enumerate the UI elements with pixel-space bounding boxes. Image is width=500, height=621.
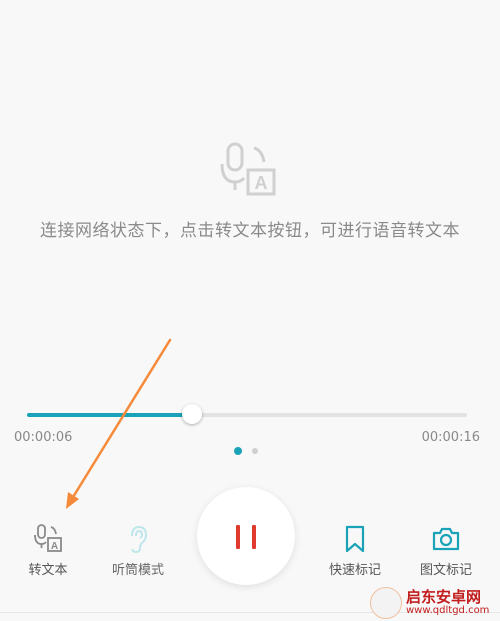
watermark-url: www.qdltgd.com: [406, 605, 490, 616]
total-time: 00:00:16: [421, 430, 480, 445]
page-indicator-dot-active: [234, 447, 242, 455]
playback-progress-thumb[interactable]: [182, 404, 202, 424]
page-indicator: [234, 447, 264, 457]
photo-mark-label: 图文标记: [419, 563, 472, 578]
voice-to-text-icon: A: [220, 142, 276, 196]
photo-mark-button[interactable]: 图文标记: [401, 524, 491, 584]
recording-player-screen: A 连接网络状态下，点击转文本按钮，可进行语音转文本 00:00:06 00:0…: [0, 0, 500, 621]
elapsed-time: 00:00:06: [14, 430, 73, 445]
transcribe-hint-text: 连接网络状态下，点击转文本按钮，可进行语音转文本: [40, 221, 460, 241]
quick-mark-button[interactable]: 快速标记: [310, 524, 400, 584]
earpiece-mode-label: 听筒模式: [111, 563, 164, 578]
quick-mark-label: 快速标记: [328, 563, 381, 578]
page-indicator-dot-inactive: [252, 448, 258, 454]
earpiece-mode-button[interactable]: 听筒模式: [93, 524, 183, 584]
bookmark-icon: [345, 525, 365, 553]
ear-icon: [131, 525, 148, 554]
svg-text:A: A: [51, 541, 58, 552]
playback-progress-bar[interactable]: [27, 404, 467, 424]
site-watermark: 启东安卓网 www.qdltgd.com: [370, 586, 498, 619]
transcribe-label: 转文本: [28, 563, 68, 578]
watermark-logo-icon: [370, 587, 402, 619]
pause-icon-bar: [252, 525, 256, 549]
svg-text:A: A: [255, 173, 268, 193]
watermark-name: 启东安卓网: [406, 588, 482, 606]
voice-to-text-icon: A: [34, 524, 62, 552]
pause-icon: [236, 525, 240, 549]
playback-progress-fill: [27, 413, 192, 417]
camera-icon: [432, 527, 460, 551]
pause-button[interactable]: [197, 487, 295, 585]
transcribe-button[interactable]: A 转文本: [3, 524, 93, 584]
